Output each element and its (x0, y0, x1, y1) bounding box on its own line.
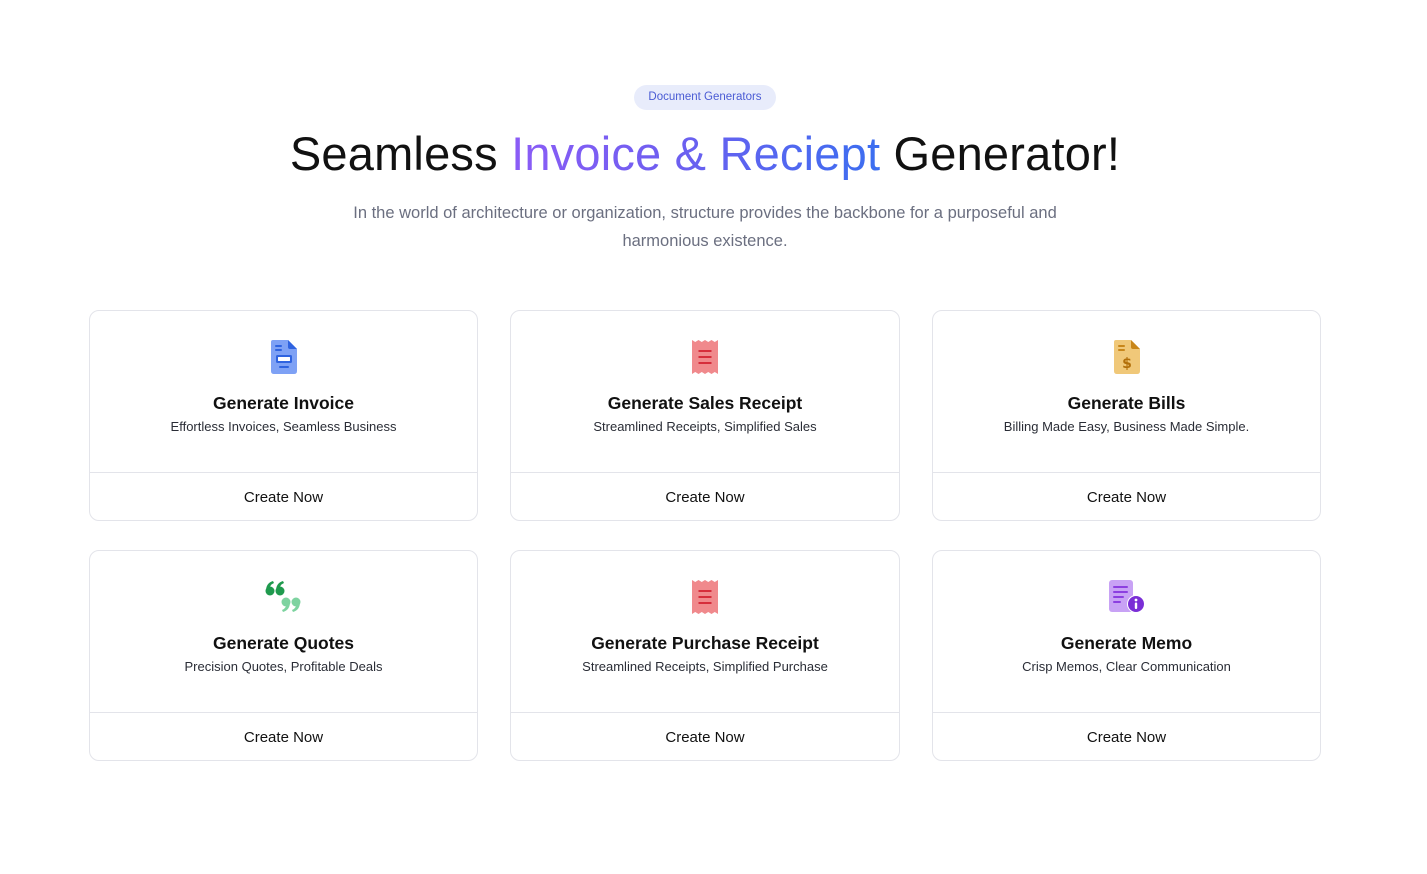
card-description: Precision Quotes, Profitable Deals (184, 659, 383, 674)
card-generate-bills: $ Generate Bills Billing Made Easy, Busi… (932, 310, 1321, 521)
card-body: Generate Quotes Precision Quotes, Profit… (90, 551, 477, 712)
card-description: Streamlined Receipts, Simplified Sales (593, 419, 817, 434)
create-sales-receipt-button[interactable]: Create Now (511, 472, 899, 520)
card-description: Billing Made Easy, Business Made Simple. (1003, 419, 1250, 434)
card-description: Crisp Memos, Clear Communication (1022, 659, 1231, 674)
card-title: Generate Sales Receipt (607, 393, 803, 413)
sales-receipt-icon (685, 337, 725, 377)
card-generate-sales-receipt: Generate Sales Receipt Streamlined Recei… (510, 310, 900, 521)
section-badge: Document Generators (634, 85, 776, 110)
card-body: Generate Sales Receipt Streamlined Recei… (511, 311, 899, 472)
card-title: Generate Quotes (212, 633, 355, 653)
card-title: Generate Purchase Receipt (591, 633, 819, 653)
card-generate-memo: Generate Memo Crisp Memos, Clear Communi… (932, 550, 1321, 761)
create-purchase-receipt-button[interactable]: Create Now (511, 712, 899, 760)
card-body: Generate Purchase Receipt Streamlined Re… (511, 551, 899, 712)
card-description: Effortless Invoices, Seamless Business (170, 419, 397, 434)
memo-info-icon (1107, 577, 1147, 617)
create-invoice-button[interactable]: Create Now (90, 472, 477, 520)
card-title: Generate Invoice (212, 393, 355, 413)
page-subtitle: In the world of architecture or organiza… (353, 204, 1057, 250)
card-body: $ Generate Bills Billing Made Easy, Busi… (933, 311, 1320, 472)
card-title: Generate Memo (1060, 633, 1193, 653)
card-body: Generate Memo Crisp Memos, Clear Communi… (933, 551, 1320, 712)
card-title: Generate Bills (1067, 393, 1186, 413)
svg-text:$: $ (1122, 356, 1132, 372)
bill-dollar-icon: $ (1107, 337, 1147, 377)
quote-marks-icon (264, 577, 304, 617)
create-bills-button[interactable]: Create Now (933, 472, 1320, 520)
card-generate-quotes: Generate Quotes Precision Quotes, Profit… (89, 550, 478, 761)
badge-wrapper: Document Generators (0, 85, 1410, 110)
document-generators-section: Document Generators Seamless Invoice & R… (0, 0, 1427, 874)
title-highlight: Invoice & Reciept (511, 127, 881, 180)
purchase-receipt-icon (685, 577, 725, 617)
card-description: Streamlined Receipts, Simplified Purchas… (582, 659, 828, 674)
title-prefix: Seamless (289, 127, 512, 180)
invoice-document-icon (264, 337, 304, 377)
create-memo-button[interactable]: Create Now (933, 712, 1320, 760)
create-quotes-button[interactable]: Create Now (90, 712, 477, 760)
card-generate-purchase-receipt: Generate Purchase Receipt Streamlined Re… (510, 550, 900, 761)
title-suffix: Generator! (880, 127, 1121, 180)
card-generate-invoice: Generate Invoice Effortless Invoices, Se… (89, 310, 478, 521)
page-title: Seamless Invoice & Reciept Generator! (0, 126, 1410, 181)
card-body: Generate Invoice Effortless Invoices, Se… (90, 311, 477, 472)
generator-card-grid: Generate Invoice Effortless Invoices, Se… (89, 310, 1321, 761)
